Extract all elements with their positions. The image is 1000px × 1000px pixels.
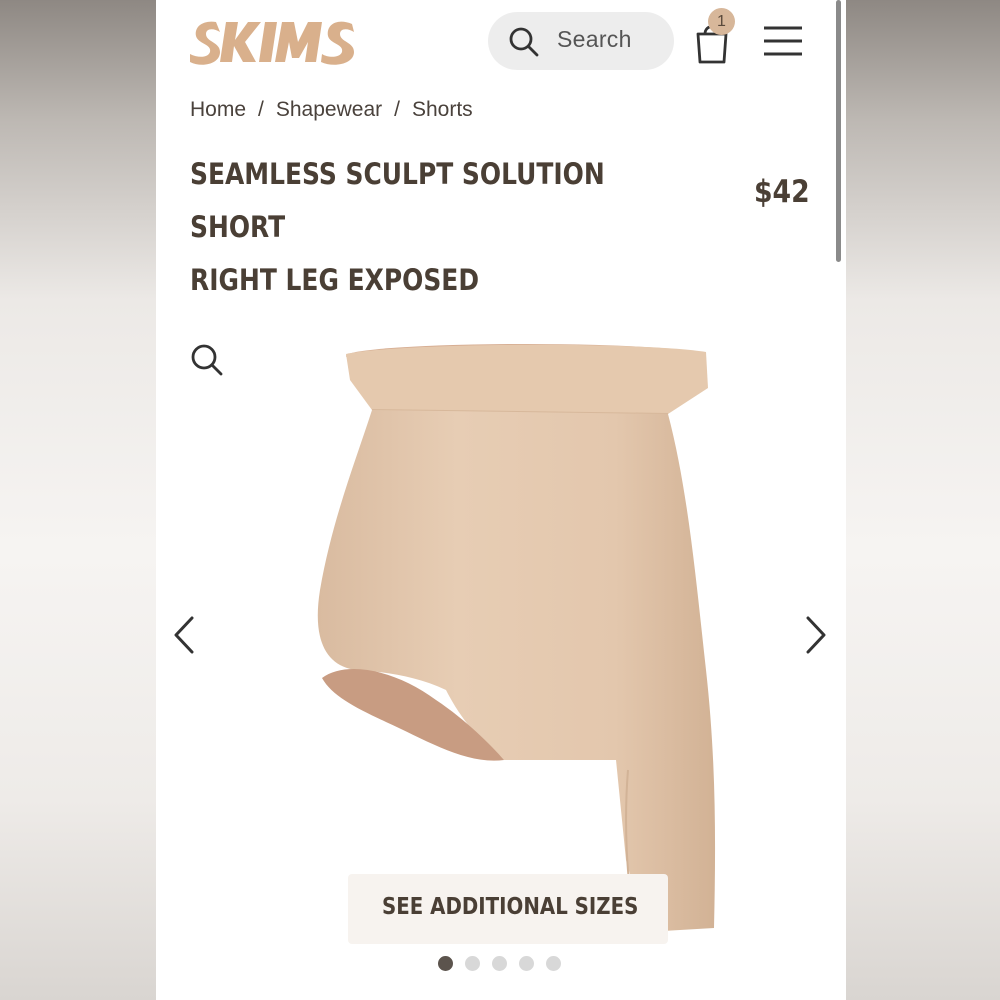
carousel-dot-3[interactable] xyxy=(492,956,507,971)
breadcrumb-separator: / xyxy=(258,98,264,121)
product-title-line1: SEAMLESS SCULPT SOLUTION SHORT xyxy=(190,157,605,244)
cart-count-badge: 1 xyxy=(708,8,735,35)
carousel-pagination xyxy=(438,956,561,972)
chevron-right-icon[interactable] xyxy=(804,615,828,655)
carousel-dot-2[interactable] xyxy=(465,956,480,971)
see-additional-sizes-label: SEE ADDITIONAL SIZES xyxy=(382,894,639,920)
product-title: SEAMLESS SCULPT SOLUTION SHORT RIGHT LEG… xyxy=(190,148,654,307)
carousel-dot-4[interactable] xyxy=(519,956,534,971)
scrollbar[interactable] xyxy=(836,0,841,262)
breadcrumb: Home / Shapewear / Shorts xyxy=(190,98,473,122)
product-image[interactable] xyxy=(276,340,726,940)
phone-screen: Search 1 Home / Shapewear / Shorts SEAMLESS … xyxy=(156,0,846,1000)
breadcrumb-home[interactable]: Home xyxy=(190,98,246,121)
search-icon xyxy=(509,27,539,57)
breadcrumb-shapewear[interactable]: Shapewear xyxy=(276,98,382,121)
product-title-line2: RIGHT LEG EXPOSED xyxy=(190,263,480,297)
breadcrumb-separator: / xyxy=(394,98,400,121)
chevron-left-icon[interactable] xyxy=(172,615,196,655)
search-bar[interactable]: Search xyxy=(488,12,674,70)
brand-logo[interactable] xyxy=(186,12,358,70)
product-price: $42 xyxy=(754,174,810,210)
hamburger-menu-icon[interactable] xyxy=(762,24,804,58)
see-additional-sizes-button[interactable]: SEE ADDITIONAL SIZES xyxy=(348,874,668,944)
search-placeholder: Search xyxy=(557,26,632,52)
breadcrumb-shorts[interactable]: Shorts xyxy=(412,98,473,121)
carousel-dot-5[interactable] xyxy=(546,956,561,971)
zoom-icon[interactable] xyxy=(190,343,224,377)
carousel-dot-1[interactable] xyxy=(438,956,453,971)
